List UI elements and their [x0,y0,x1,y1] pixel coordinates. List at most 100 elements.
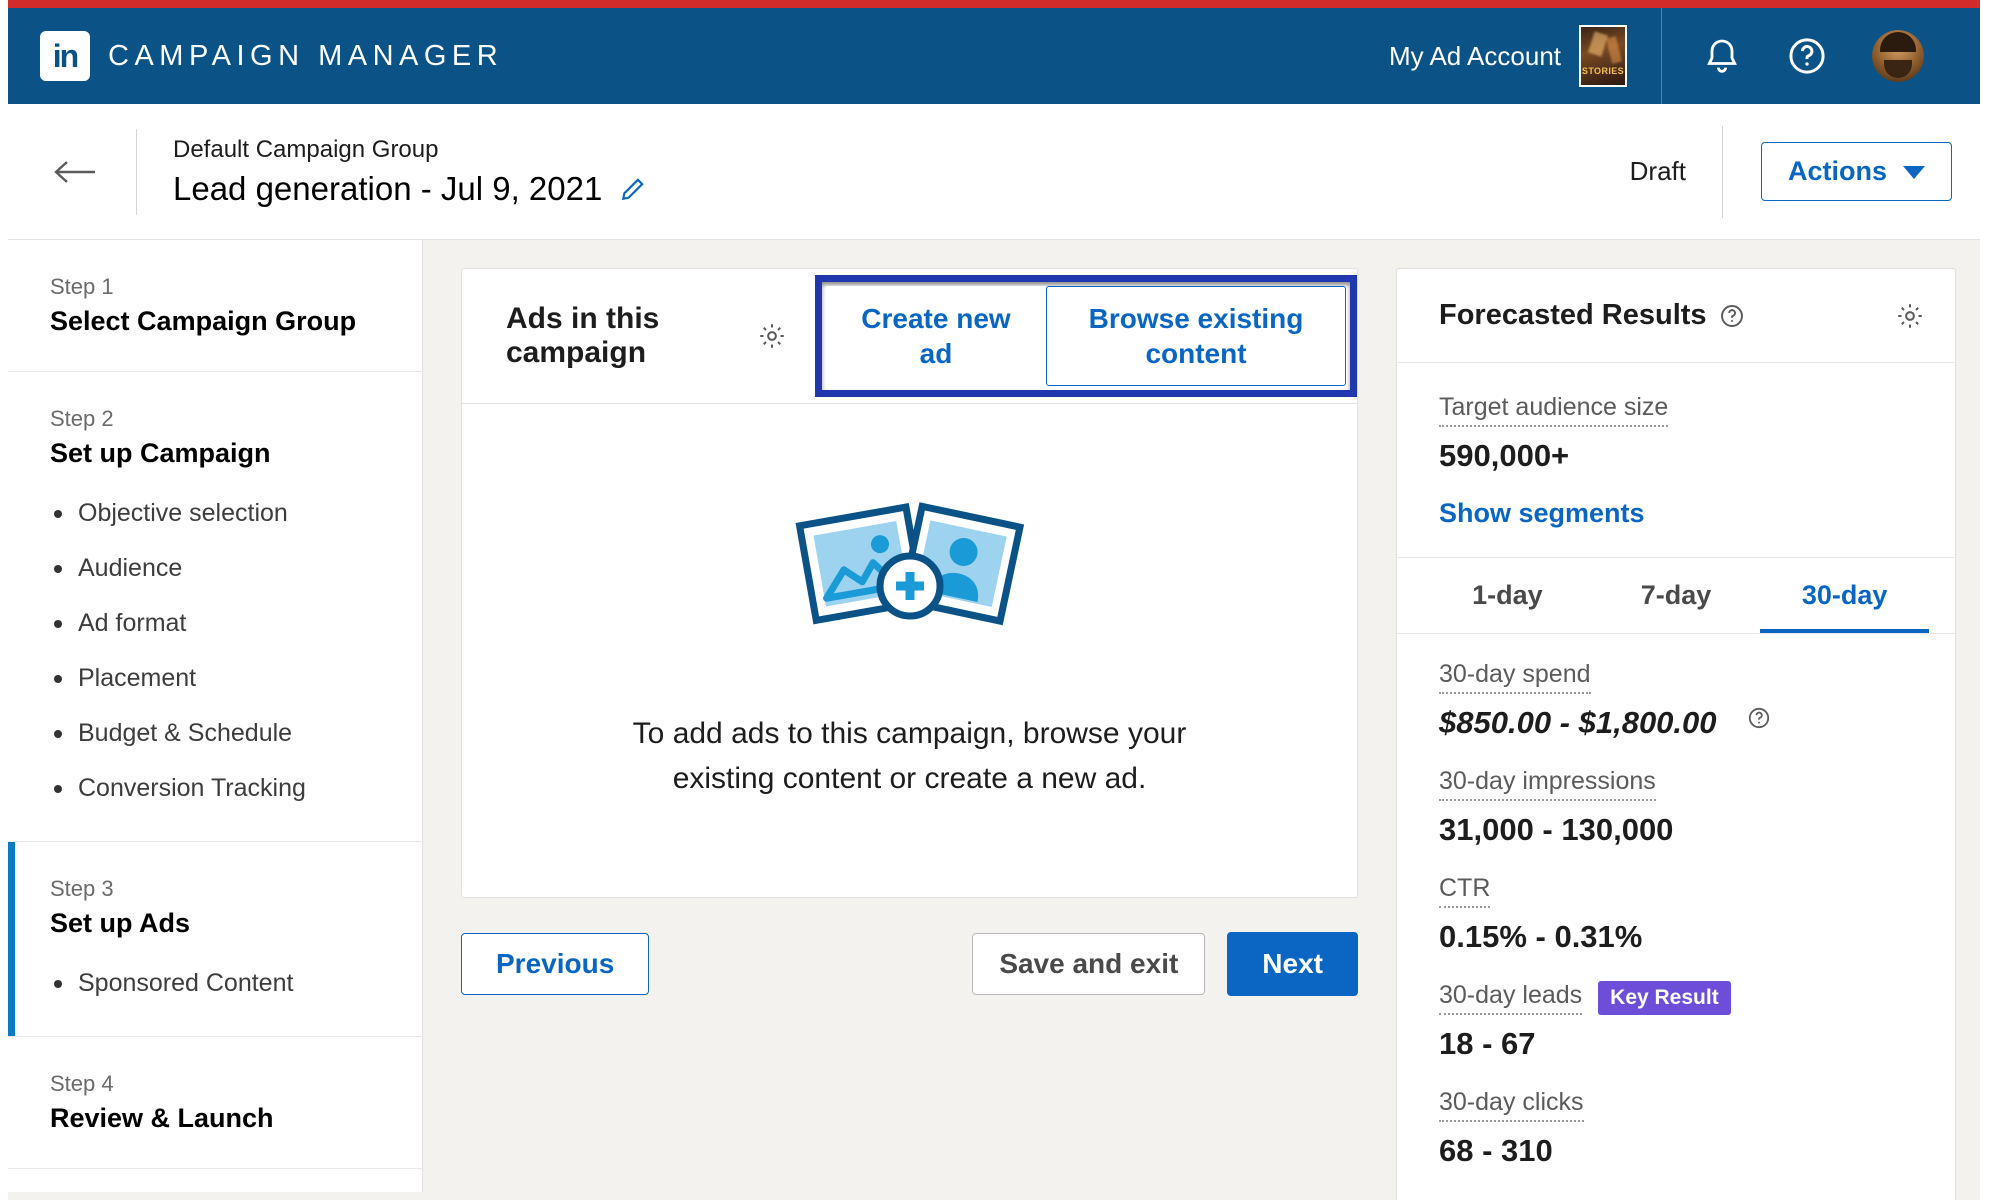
forecasted-results-panel: Forecasted Results Target audience size … [1396,268,1956,1200]
window-right-edge [1980,0,2000,1200]
sidebar-item-sponsored-content[interactable]: Sponsored Content [8,969,422,998]
avatar-hair [1880,32,1916,52]
campaign-group-label: Default Campaign Group [173,135,439,163]
previous-button[interactable]: Previous [461,933,650,995]
key-result-badge: Key Result [1598,981,1731,1015]
ad-creation-highlight-box: Create new ad Browse existing content [815,275,1357,397]
global-nav-right: My Ad Account STORIES [1389,8,1958,104]
step-number: Step 4 [50,1071,114,1096]
header-divider [136,128,137,215]
brand-logo-group[interactable]: in CAMPAIGN MANAGER [40,31,503,81]
sidebar-step-3[interactable]: Step 3 Set up Ads Sponsored Content [8,842,422,1037]
step-title: Set up Campaign [50,438,271,468]
target-audience-section: Target audience size 590,000+ Show segme… [1397,363,1955,558]
global-nav-icons [1662,30,1958,82]
ads-card-header: Ads in this campaign Create new ad Brows… [462,269,1357,403]
thumb-flare-1 [1587,31,1609,57]
empty-state-text: To add ads to this campaign, browse your… [632,717,1187,795]
avatar-beard [1884,60,1912,78]
back-arrow-icon[interactable] [52,149,98,195]
forecast-metrics-list: 30-day spend $850.00 - $1,800.00 30-day … [1397,634,1955,1200]
sidebar-item-objective-selection[interactable]: Objective selection [8,499,422,528]
forecast-header: Forecasted Results [1397,269,1955,363]
tab-1-day[interactable]: 1-day [1423,558,1592,633]
tab-30-day[interactable]: 30-day [1760,558,1930,633]
sidebar-step-4[interactable]: Step 4 Review & Launch [8,1037,422,1169]
ad-account-thumbnail: STORIES [1579,25,1627,87]
campaign-header-bar: Default Campaign Group Lead generation -… [8,104,1980,240]
status-badge: Draft [1629,156,1686,186]
campaign-manager-app: in CAMPAIGN MANAGER My Ad Account STORIE… [0,0,2000,1200]
wizard-footer: Previous Save and exit Next [461,932,1358,996]
actions-button[interactable]: Actions [1760,142,1952,201]
pencil-icon[interactable] [620,176,646,202]
window-left-edge [0,0,8,1200]
help-circle-icon[interactable] [1786,35,1828,77]
metric-label: 30-day leads [1439,981,1583,1015]
sidebar-item-conversion-tracking[interactable]: Conversion Tracking [8,774,422,803]
metric-value: 18 - 67 [1439,1026,1536,1061]
ads-empty-state: To add ads to this campaign, browse your… [462,403,1357,897]
metric-30-day-impressions: 30-day impressions 31,000 - 130,000 [1439,767,1913,848]
metric-value: $850.00 - $1,800.00 [1439,705,1717,740]
header-divider-2 [1721,125,1723,218]
ad-account-selector[interactable]: My Ad Account STORIES [1389,25,1661,87]
forecast-range-tabs: 1-day 7-day 30-day [1397,558,1955,634]
sidebar-step-2[interactable]: Step 2 Set up Campaign Objective selecti… [8,372,422,842]
page-title: Lead generation - Jul 9, 2021 [173,169,603,207]
gear-icon[interactable] [757,321,787,351]
browse-existing-content-button[interactable]: Browse existing content [1046,286,1346,386]
sidebar-item-placement[interactable]: Placement [8,664,422,693]
ad-account-name: My Ad Account [1389,40,1561,71]
sidebar-item-budget-schedule[interactable]: Budget & Schedule [8,719,422,748]
metric-label: 30-day spend [1439,660,1591,694]
brand-title: CAMPAIGN MANAGER [108,39,504,72]
target-audience-value: 590,000+ [1439,438,1570,473]
metric-label: CTR [1439,874,1491,908]
linkedin-logo-icon: in [40,31,90,81]
metric-label-row: 30-day leads Key Result [1439,981,1913,1015]
campaign-header-right: Draft Actions [1629,125,1952,218]
user-avatar[interactable] [1872,30,1924,82]
metric-label: 30-day clicks [1439,1088,1584,1122]
main-content: Ads in this campaign Create new ad Brows… [423,240,1396,1192]
ads-card-title: Ads in this campaign [506,301,660,370]
step-2-substeps: Objective selection Audience Ad format P… [8,499,422,803]
step-title: Select Campaign Group [50,306,357,336]
show-segments-link[interactable]: Show segments [1439,498,1913,529]
help-circle-icon[interactable] [1747,706,1771,730]
campaign-title-row: Lead generation - Jul 9, 2021 [173,170,646,208]
browser-top-strip [0,0,2000,8]
footer-right-buttons: Save and exit Next [972,932,1358,996]
sidebar-item-ad-format[interactable]: Ad format [8,609,422,638]
metric-ctr: CTR 0.15% - 0.31% [1439,874,1913,955]
metric-value: 31,000 - 130,000 [1439,812,1674,847]
step-number: Step 2 [50,406,114,431]
next-button[interactable]: Next [1227,932,1358,996]
tab-7-day[interactable]: 7-day [1592,558,1761,633]
metric-30-day-spend: 30-day spend $850.00 - $1,800.00 [1439,660,1913,741]
step-number: Step 3 [50,876,114,901]
metric-value: 0.15% - 0.31% [1439,919,1643,954]
save-and-exit-button[interactable]: Save and exit [972,933,1206,995]
step-number: Step 1 [50,274,114,299]
campaign-titles: Default Campaign Group Lead generation -… [173,136,646,208]
thumb-label: STORIES [1581,66,1625,76]
ads-card: Ads in this campaign Create new ad Brows… [461,268,1358,898]
sidebar-step-1[interactable]: Step 1 Select Campaign Group [8,240,422,372]
target-audience-label: Target audience size [1439,393,1669,427]
create-new-ad-button[interactable]: Create new ad [826,286,1046,386]
help-circle-icon[interactable] [1719,303,1745,329]
bell-icon[interactable] [1702,35,1742,77]
sidebar-item-audience[interactable]: Audience [8,554,422,583]
photo-cards-plus-icon [790,494,1030,649]
chevron-down-icon [1903,156,1925,187]
metric-value-row: $850.00 - $1,800.00 [1439,694,1913,741]
thumb-flare-2 [1606,36,1622,64]
step-3-substeps: Sponsored Content [8,969,422,998]
forecast-title: Forecasted Results [1439,299,1707,331]
metric-label: 30-day impressions [1439,767,1656,801]
metric-30-day-clicks: 30-day clicks 68 - 310 [1439,1088,1913,1169]
actions-button-label: Actions [1787,156,1887,186]
gear-icon[interactable] [1895,301,1925,331]
